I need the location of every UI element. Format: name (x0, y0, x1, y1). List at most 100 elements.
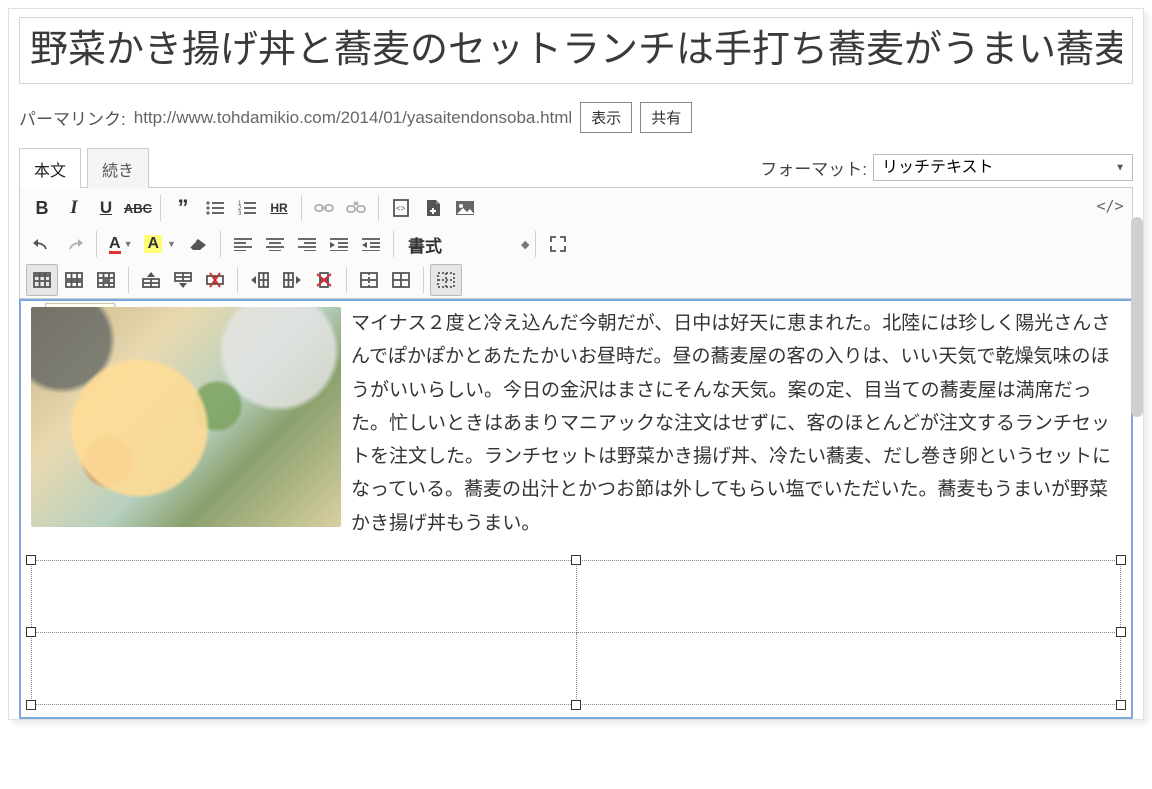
hr-icon: HR (270, 201, 287, 215)
resize-handle[interactable] (26, 700, 36, 710)
ul-icon (206, 200, 224, 216)
format-label: フォーマット: (760, 155, 867, 180)
post-title-input[interactable] (19, 17, 1133, 84)
insert-col-before-button[interactable] (244, 264, 276, 296)
vertical-scrollbar[interactable] (1129, 217, 1145, 719)
blockquote-button[interactable]: ” (167, 192, 199, 224)
table-cell-props-button[interactable] (90, 264, 122, 296)
source-view-button[interactable]: </> (1094, 192, 1126, 220)
bold-button[interactable]: B (26, 192, 58, 224)
delete-row-button[interactable] (199, 264, 231, 296)
unlink-button[interactable] (340, 192, 372, 224)
row-before-icon (141, 271, 161, 289)
resize-handle[interactable] (1116, 555, 1126, 565)
permalink-row: パーマリンク: http://www.tohdamikio.com/2014/0… (19, 102, 1133, 133)
undo-button[interactable] (26, 228, 58, 260)
resize-handle[interactable] (571, 700, 581, 710)
table-row-icon (65, 272, 83, 288)
horizontal-rule-button[interactable]: HR (263, 192, 295, 224)
table-row-props-button[interactable] (58, 264, 90, 296)
outdent-icon (362, 237, 380, 251)
insert-row-before-button[interactable] (135, 264, 167, 296)
quote-icon: ” (178, 203, 189, 213)
undo-icon (32, 236, 52, 252)
insert-file-button[interactable] (417, 192, 449, 224)
underline-button[interactable]: U (90, 192, 122, 224)
link-button[interactable] (308, 192, 340, 224)
permalink-label: パーマリンク: (19, 105, 126, 130)
fullscreen-button[interactable] (542, 228, 574, 260)
ordered-list-button[interactable]: 123 (231, 192, 263, 224)
table-icon (33, 272, 51, 288)
align-center-button[interactable] (259, 228, 291, 260)
strikethrough-button[interactable]: ABC (122, 192, 154, 224)
format-select[interactable]: リッチテキスト (873, 154, 1133, 181)
svg-text:<>: <> (396, 204, 406, 213)
permalink-url: http://www.tohdamikio.com/2014/01/yasait… (134, 108, 572, 128)
underline-icon: U (100, 198, 112, 218)
tab-more[interactable]: 続き (87, 148, 149, 188)
share-button[interactable]: 共有 (640, 102, 692, 133)
italic-button[interactable]: I (58, 192, 90, 224)
indent-button[interactable] (323, 228, 355, 260)
eraser-icon (188, 237, 208, 251)
ol-icon: 123 (238, 200, 256, 216)
show-grid-button[interactable] (430, 264, 462, 296)
split-cells-button[interactable] (385, 264, 417, 296)
row-after-icon (173, 271, 193, 289)
col-after-icon (282, 271, 302, 289)
clear-format-button[interactable] (182, 228, 214, 260)
editor-body[interactable]: 表の挿入 マイナス２度と冷え込んだ今朝だが、日中は好天に恵まれた。北陸には珍しく… (19, 299, 1133, 719)
align-right-button[interactable] (291, 228, 323, 260)
insert-row-after-button[interactable] (167, 264, 199, 296)
insert-table-button[interactable] (26, 264, 58, 296)
selected-table[interactable] (31, 560, 1121, 705)
redo-button[interactable] (58, 228, 90, 260)
outdent-button[interactable] (355, 228, 387, 260)
content-image[interactable] (31, 307, 341, 527)
svg-text:3: 3 (238, 211, 242, 216)
editor-toolbar: </> B I U ABC ” 123 HR (19, 188, 1133, 299)
unordered-list-button[interactable] (199, 192, 231, 224)
resize-handle[interactable] (1116, 700, 1126, 710)
align-center-icon (266, 237, 284, 251)
align-left-button[interactable] (227, 228, 259, 260)
bg-color-button[interactable]: A ▼ (138, 228, 181, 260)
italic-icon: I (70, 197, 77, 219)
insert-image-button[interactable] (449, 192, 481, 224)
resize-handle[interactable] (1116, 627, 1126, 637)
text-color-icon: A (109, 235, 121, 254)
table-cell[interactable] (32, 560, 577, 632)
insert-col-after-button[interactable] (276, 264, 308, 296)
html-icon: <> (392, 199, 410, 217)
table-cell[interactable] (576, 560, 1121, 632)
tabs-row: 本文 続き フォーマット: リッチテキスト (19, 147, 1133, 188)
grid-icon (437, 272, 455, 288)
align-right-icon (298, 237, 316, 251)
split-icon (392, 272, 410, 288)
merge-cells-button[interactable] (353, 264, 385, 296)
align-left-icon (234, 237, 252, 251)
resize-handle[interactable] (571, 555, 581, 565)
table-cell-icon (97, 272, 115, 288)
strikethrough-icon: ABC (124, 201, 152, 216)
image-icon (455, 200, 475, 216)
row-delete-icon (205, 271, 225, 289)
style-dropdown[interactable]: 書式 (400, 232, 450, 257)
delete-col-button[interactable] (308, 264, 340, 296)
table-cell[interactable] (32, 632, 577, 704)
table-cell[interactable] (576, 632, 1121, 704)
view-button[interactable]: 表示 (580, 102, 632, 133)
resize-handle[interactable] (26, 555, 36, 565)
col-delete-icon (314, 271, 334, 289)
bg-color-icon: A (144, 235, 162, 253)
fullscreen-icon (550, 236, 566, 252)
merge-icon (360, 272, 378, 288)
insert-html-button[interactable]: <> (385, 192, 417, 224)
unlink-icon (346, 201, 366, 215)
col-before-icon (250, 271, 270, 289)
text-color-button[interactable]: A ▼ (103, 228, 138, 260)
tab-body[interactable]: 本文 (19, 148, 81, 188)
file-add-icon (424, 199, 442, 217)
resize-handle[interactable] (26, 627, 36, 637)
